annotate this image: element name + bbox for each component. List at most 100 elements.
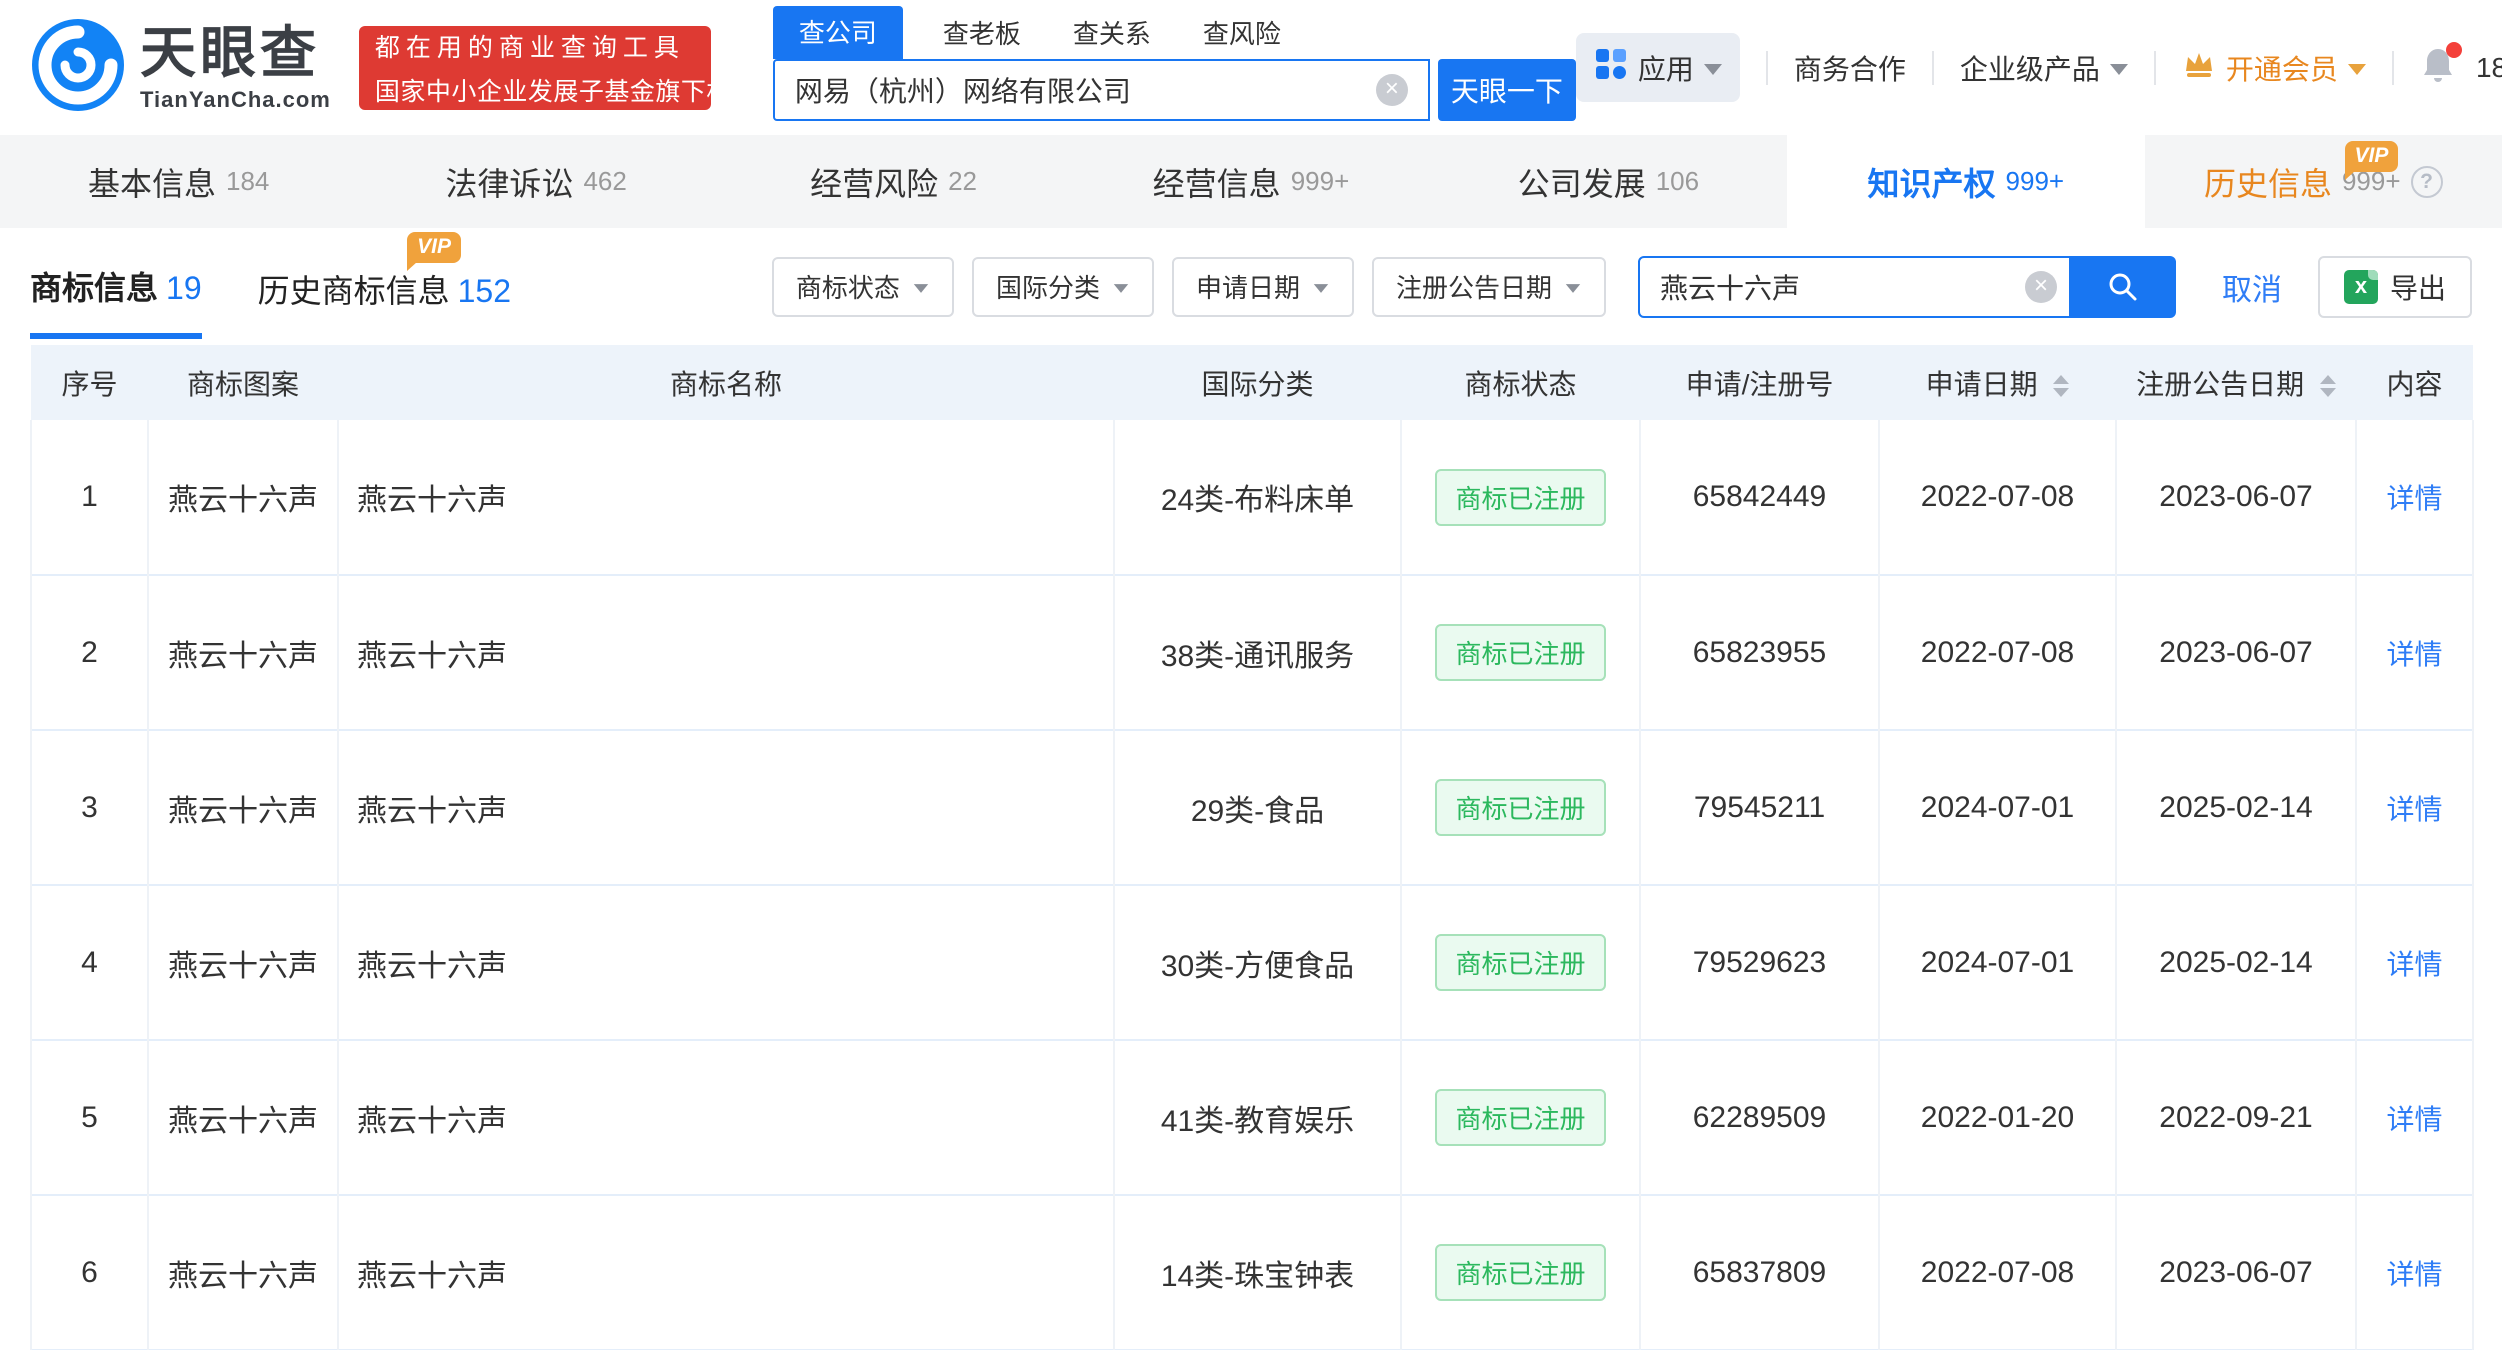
tab-count: 999+ <box>1290 166 1350 196</box>
export-button[interactable]: x 导出 <box>2317 255 2472 318</box>
cell-status: 商标已注册 <box>1401 1040 1641 1195</box>
filter-registration-announce-date[interactable]: 注册公告日期 <box>1371 256 1606 317</box>
tab-intellectual-property[interactable]: 知识产权 999+ <box>1787 135 2145 228</box>
tianyancha-logo-icon <box>30 17 126 118</box>
cell-serial: 6 <box>30 1195 149 1350</box>
help-icon[interactable]: ? <box>2410 165 2443 198</box>
detail-link[interactable]: 详情 <box>2386 794 2442 825</box>
notification-dot <box>2445 42 2462 58</box>
tab-history-info[interactable]: VIP 历史信息 999+ ? <box>2145 135 2502 228</box>
cell-international-class: 24类-布料床单 <box>1114 420 1402 575</box>
col-announce-date[interactable]: 注册公告日期 <box>2116 345 2356 420</box>
search-tab-relation[interactable]: 查关系 <box>1073 14 1151 59</box>
trademark-name[interactable]: 燕云十六声 <box>338 420 1115 575</box>
trademark-name[interactable]: 燕云十六声 <box>338 575 1115 730</box>
table-row: 6 燕云十六声 燕云十六声 14类-珠宝钟表 商标已注册 65837809 20… <box>30 1195 2474 1350</box>
trademark-image[interactable]: 燕云十六声 <box>148 885 339 1040</box>
company-section-tabs: 基本信息 184 法律诉讼 462 经营风险 22 经营信息 999+ 公司发展… <box>0 135 2502 228</box>
detail-link[interactable]: 详情 <box>2386 1104 2442 1135</box>
tab-operating-info[interactable]: 经营信息 999+ <box>1072 135 1429 228</box>
filter-international-class[interactable]: 国际分类 <box>971 256 1154 317</box>
trademark-image[interactable]: 燕云十六声 <box>148 420 339 575</box>
search-tab-risk[interactable]: 查风险 <box>1203 14 1281 59</box>
clear-trademark-search-icon[interactable]: × <box>2024 270 2057 303</box>
tianyancha-logo[interactable]: 天眼查 TianYanCha.com <box>30 17 331 118</box>
search-tab-company[interactable]: 查公司 <box>772 5 903 59</box>
cell-apply-date: 2022-07-08 <box>1879 1195 2117 1350</box>
detail-link[interactable]: 详情 <box>2386 483 2442 514</box>
trademark-name[interactable]: 燕云十六声 <box>338 730 1115 885</box>
table-row: 5 燕云十六声 燕云十六声 41类-教育娱乐 商标已注册 62289509 20… <box>30 1040 2474 1195</box>
tianyan-search-button[interactable]: 天眼一下 <box>1437 58 1576 121</box>
tab-label: 基本信息 <box>88 165 217 202</box>
magnifier-icon <box>2109 273 2137 300</box>
cell-serial: 4 <box>30 885 149 1040</box>
cell-status: 商标已注册 <box>1401 730 1641 885</box>
trademark-image[interactable]: 燕云十六声 <box>148 575 339 730</box>
filter-label: 注册公告日期 <box>1395 273 1552 303</box>
tab-label: 公司发展 <box>1517 165 1646 202</box>
cell-apply-date: 2022-07-08 <box>1879 420 2117 575</box>
chevron-down-icon <box>2109 64 2128 75</box>
subtab-history-trademark-info[interactable]: VIP 历史商标信息 152 <box>257 231 511 336</box>
trademark-name[interactable]: 燕云十六声 <box>338 1195 1115 1350</box>
cell-registration-number: 79529623 <box>1640 885 1880 1040</box>
filter-group: 商标状态 国际分类 申请日期 注册公告日期 × <box>754 255 2472 318</box>
chevron-down-icon <box>2347 64 2366 75</box>
tab-company-development[interactable]: 公司发展 106 <box>1430 135 1787 228</box>
trademark-search-input[interactable] <box>1637 255 2071 318</box>
cell-registration-number: 79545211 <box>1640 730 1880 885</box>
filter-trademark-status[interactable]: 商标状态 <box>771 256 954 317</box>
notification-bell[interactable] <box>2420 42 2462 89</box>
detail-link[interactable]: 详情 <box>2386 639 2442 670</box>
enterprise-products-menu[interactable]: 企业级产品 <box>1960 48 2128 88</box>
col-trademark-status: 商标状态 <box>1464 368 1577 400</box>
detail-link[interactable]: 详情 <box>2386 1259 2442 1290</box>
trademark-image[interactable]: 燕云十六声 <box>148 1195 339 1350</box>
subtab-label: 历史商标信息 <box>257 272 450 309</box>
cell-content: 详情 <box>2356 575 2474 730</box>
subtab-trademark-info[interactable]: 商标信息 19 <box>30 235 202 339</box>
open-membership-menu[interactable]: 开通会员 <box>2182 48 2366 88</box>
cell-registration-number: 65823955 <box>1640 575 1880 730</box>
banner-line2: 国家中小企业发展子基金旗下机构 <box>374 77 758 106</box>
filter-apply-date[interactable]: 申请日期 <box>1171 256 1354 317</box>
export-label: 导出 <box>2389 272 2446 304</box>
col-apply-date[interactable]: 申请日期 <box>1879 345 2116 420</box>
account-menu[interactable]: 186*... <box>2476 52 2502 84</box>
main-search-block: 查公司 查老板 查关系 查风险 × 天眼一下 <box>772 5 1576 121</box>
tab-operating-risk[interactable]: 经营风险 22 <box>715 135 1072 228</box>
cell-serial: 1 <box>30 420 149 575</box>
sort-icon <box>2053 375 2070 398</box>
brand-domain: TianYanCha.com <box>140 86 331 112</box>
tab-label: 历史信息 <box>2203 165 2332 202</box>
business-cooperation-link[interactable]: 商务合作 <box>1794 48 1906 88</box>
cell-announce-date: 2022-09-21 <box>2116 1040 2357 1195</box>
tab-basic-info[interactable]: 基本信息 184 <box>0 135 357 228</box>
trademark-image[interactable]: 燕云十六声 <box>148 730 339 885</box>
status-badge: 商标已注册 <box>1435 1089 1606 1146</box>
cell-registration-number: 65837809 <box>1640 1195 1880 1350</box>
cell-announce-date: 2025-02-14 <box>2116 730 2357 885</box>
subtab-label: 商标信息 <box>30 269 159 306</box>
tab-legal-litigation[interactable]: 法律诉讼 462 <box>357 135 714 228</box>
cell-serial: 2 <box>30 575 149 730</box>
company-search-input[interactable] <box>772 58 1430 121</box>
cancel-link[interactable]: 取消 <box>2222 265 2282 309</box>
col-label: 注册公告日期 <box>2136 368 2305 400</box>
tab-label: 法律诉讼 <box>445 165 574 202</box>
trademark-name[interactable]: 燕云十六声 <box>338 1040 1115 1195</box>
cell-content: 详情 <box>2356 1040 2474 1195</box>
status-badge: 商标已注册 <box>1435 934 1606 991</box>
apps-menu[interactable]: 应用 <box>1575 33 1740 102</box>
detail-link[interactable]: 详情 <box>2386 949 2442 980</box>
trademark-name[interactable]: 燕云十六声 <box>338 885 1115 1040</box>
tab-count: 462 <box>583 166 627 196</box>
trademark-search-button[interactable] <box>2070 255 2176 318</box>
clear-search-icon[interactable]: × <box>1375 73 1408 106</box>
search-tab-boss[interactable]: 查老板 <box>943 14 1021 59</box>
header-right-menu: 应用 商务合作 企业级产品 开通会员 18 <box>1575 33 2502 102</box>
table-row: 1 燕云十六声 燕云十六声 24类-布料床单 商标已注册 65842449 20… <box>30 420 2474 575</box>
cell-registration-number: 65842449 <box>1640 420 1880 575</box>
trademark-image[interactable]: 燕云十六声 <box>148 1040 339 1195</box>
